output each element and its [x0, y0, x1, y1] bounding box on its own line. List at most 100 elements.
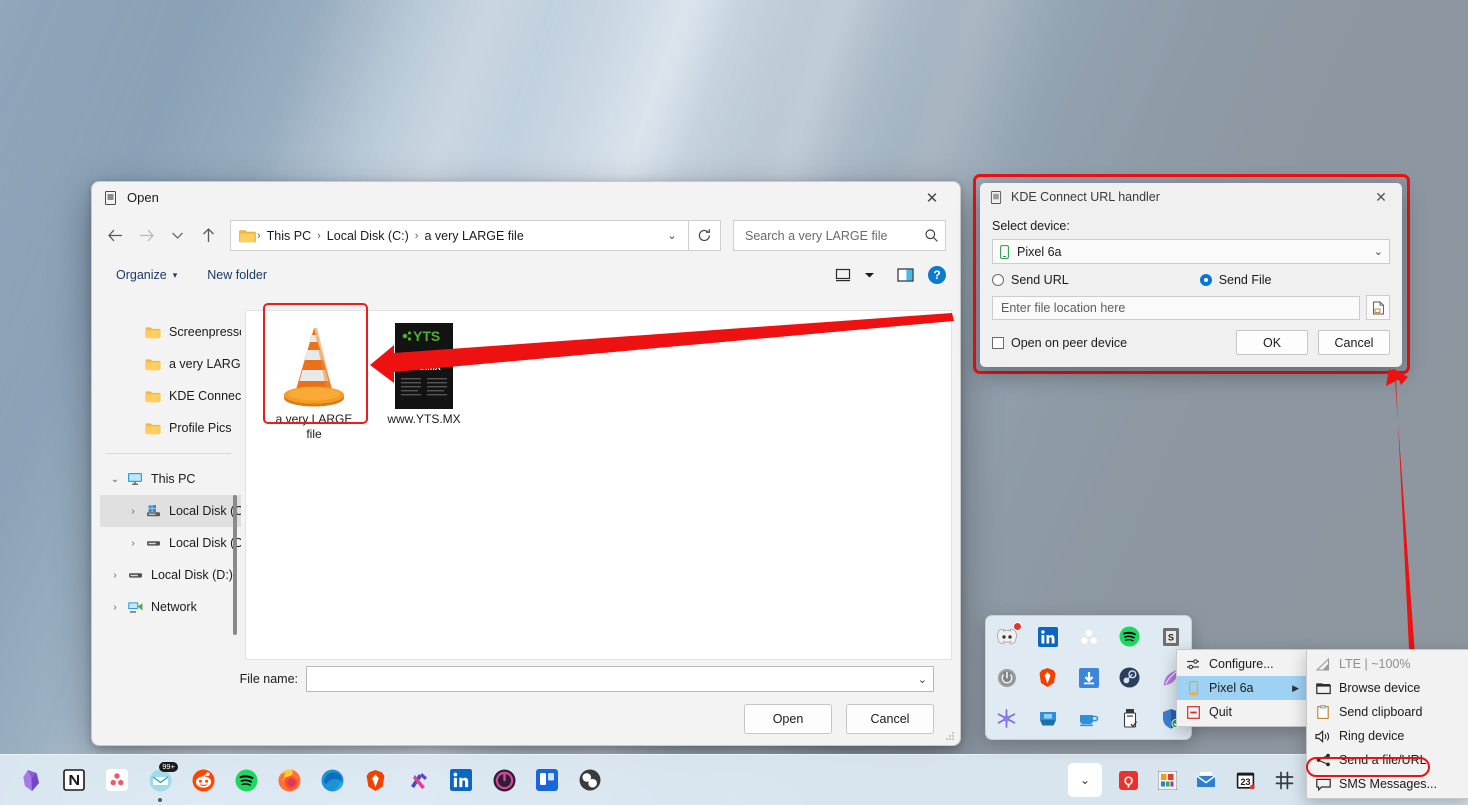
- breadcrumb-item-this-pc[interactable]: This PC: [262, 229, 316, 243]
- view-layout-icon[interactable]: [830, 263, 856, 287]
- submenu-item-ring-device[interactable]: Ring device: [1307, 724, 1468, 748]
- usb-eject-icon[interactable]: [1117, 706, 1143, 732]
- asana-icon[interactable]: [1076, 624, 1102, 650]
- submenu-item-send-clipboard[interactable]: Send clipboard: [1307, 700, 1468, 724]
- file-location-field[interactable]: [992, 295, 1360, 320]
- sidebar-item-network[interactable]: › Network: [100, 591, 241, 623]
- sidebar-item-kde-connect[interactable]: KDE Connect vs: [100, 380, 241, 412]
- device-select[interactable]: Pixel 6a ⌄: [992, 239, 1390, 264]
- sidebar-item-this-pc[interactable]: ⌄ This PC: [100, 463, 241, 495]
- taskbar-notion-icon[interactable]: [61, 767, 87, 793]
- teacup-icon[interactable]: [1076, 706, 1102, 732]
- menu-item-quit[interactable]: Quit: [1177, 700, 1307, 724]
- taskbar-screenpresso-icon[interactable]: Ϙ: [1115, 767, 1141, 793]
- breadcrumb-item-local-disk-c[interactable]: Local Disk (C:): [322, 229, 414, 243]
- kde-cancel-button[interactable]: Cancel: [1318, 330, 1390, 355]
- chevron-right-icon[interactable]: ›: [124, 538, 142, 549]
- refresh-icon[interactable]: [689, 220, 721, 251]
- view-options-chevron-icon[interactable]: [860, 263, 878, 287]
- sidebar-item-label: Local Disk (D:): [151, 568, 233, 582]
- close-icon[interactable]: ✕: [912, 183, 952, 213]
- taskbar-mail-blue-icon[interactable]: [1193, 767, 1219, 793]
- taskbar-spotify-icon[interactable]: [233, 767, 259, 793]
- file-item-yts[interactable]: YTS YTS.MX www.YTS.MX: [378, 323, 470, 427]
- sidebar-item-profile-pics[interactable]: Profile Pics: [100, 412, 241, 444]
- taskbar-adobe-xd-icon[interactable]: [405, 767, 431, 793]
- search-icon[interactable]: [924, 228, 939, 243]
- taskbar-asana-icon[interactable]: [104, 767, 130, 793]
- taskbar-obs-icon[interactable]: [577, 767, 603, 793]
- taskbar-brave-icon[interactable]: [362, 767, 388, 793]
- back-button[interactable]: [100, 221, 131, 251]
- chevron-down-icon[interactable]: ⌄: [918, 673, 927, 686]
- linkedin-icon[interactable]: [1035, 624, 1061, 650]
- sidebar-item-screenpresso[interactable]: Screenpresso: [100, 316, 241, 348]
- taskbar-colorful-grid-icon[interactable]: [1154, 767, 1180, 793]
- sidebar-item-a-very-large-file[interactable]: a very LARGE fil: [100, 348, 241, 380]
- menu-item-configure[interactable]: Configure...: [1177, 652, 1307, 676]
- folder-icon: [142, 358, 164, 371]
- cancel-button[interactable]: Cancel: [846, 704, 934, 734]
- spotify-icon[interactable]: [1117, 624, 1143, 650]
- taskbar-trello-icon[interactable]: [534, 767, 560, 793]
- submenu-item-label: SMS Messages...: [1339, 777, 1437, 791]
- forward-button[interactable]: [131, 221, 162, 251]
- taskbar-slack-icon[interactable]: [1271, 767, 1297, 793]
- download-icon[interactable]: [1076, 665, 1102, 691]
- ok-button[interactable]: OK: [1236, 330, 1308, 355]
- screenpresso-icon[interactable]: S: [1158, 624, 1184, 650]
- organize-button[interactable]: Organize ▾: [108, 265, 185, 285]
- breadcrumb-item-folder[interactable]: a very LARGE file: [419, 229, 528, 243]
- taskbar-edge-icon[interactable]: [319, 767, 345, 793]
- taskbar-linkedin-icon[interactable]: [448, 767, 474, 793]
- sidebar-item-local-disk-c[interactable]: › Local Disk (C:): [100, 495, 241, 527]
- chevron-right-icon[interactable]: ›: [124, 506, 142, 517]
- sidebar-item-label: Profile Pics: [169, 421, 232, 435]
- taskbar-calendar-icon[interactable]: 23: [1232, 767, 1258, 793]
- chevron-right-icon[interactable]: ›: [106, 570, 124, 581]
- onedrive-blue-icon[interactable]: [1035, 706, 1061, 732]
- file-item-label: www.YTS.MX: [387, 412, 461, 426]
- taskbar-mail-icon[interactable]: 99+: [147, 762, 178, 802]
- chevron-down-icon[interactable]: ⌄: [106, 474, 124, 485]
- chevron-right-icon[interactable]: ›: [106, 602, 124, 613]
- snowflake-icon[interactable]: [994, 706, 1020, 732]
- discord-icon[interactable]: [994, 621, 1022, 650]
- show-hidden-icons-button[interactable]: ⌄: [1068, 763, 1102, 797]
- send-file-label: Send File: [1218, 273, 1272, 287]
- open-button[interactable]: Open: [744, 704, 832, 734]
- breadcrumb[interactable]: › This PC › Local Disk (C:) › a very LAR…: [230, 220, 689, 251]
- taskbar-power-purple-icon[interactable]: [491, 767, 517, 793]
- recent-locations-button[interactable]: [162, 221, 193, 251]
- search-box[interactable]: [733, 220, 946, 251]
- power-icon[interactable]: [994, 665, 1020, 691]
- resize-grip-icon[interactable]: [945, 731, 955, 741]
- taskbar-firefox-icon[interactable]: [276, 767, 302, 793]
- send-file-radio[interactable]: [1199, 274, 1212, 286]
- taskbar-obsidian-icon[interactable]: [18, 767, 44, 793]
- up-button[interactable]: [193, 221, 224, 251]
- browse-file-icon[interactable]: [1366, 295, 1390, 320]
- help-icon[interactable]: ?: [928, 266, 946, 284]
- steam-icon[interactable]: [1117, 665, 1143, 691]
- chevron-down-icon: ▾: [172, 269, 178, 280]
- sidebar-item-local-disk-d-2[interactable]: › Local Disk (D:): [100, 559, 241, 591]
- preview-pane-icon[interactable]: [892, 263, 918, 287]
- file-name-field[interactable]: ⌄: [306, 666, 934, 692]
- sidebar-scrollbar[interactable]: [233, 495, 237, 635]
- quit-icon: [1177, 705, 1209, 719]
- close-icon[interactable]: ✕: [1364, 184, 1398, 210]
- submenu-item-browse-device[interactable]: Browse device: [1307, 676, 1468, 700]
- search-input[interactable]: [743, 227, 924, 244]
- brave-icon[interactable]: [1035, 665, 1061, 691]
- send-url-radio[interactable]: [992, 274, 1004, 286]
- new-folder-button[interactable]: New folder: [199, 265, 275, 285]
- file-name-input[interactable]: [313, 671, 918, 687]
- taskbar-reddit-icon[interactable]: [190, 767, 216, 793]
- file-location-input[interactable]: [999, 299, 1353, 316]
- chevron-down-icon[interactable]: ⌄: [660, 229, 684, 242]
- menu-item-pixel-6a[interactable]: Pixel 6a ▶: [1177, 676, 1307, 700]
- open-on-peer-checkbox[interactable]: [992, 336, 1004, 349]
- chevron-down-icon[interactable]: ⌄: [1374, 245, 1383, 258]
- sidebar-item-local-disk-d-1[interactable]: › Local Disk (D:): [100, 527, 241, 559]
